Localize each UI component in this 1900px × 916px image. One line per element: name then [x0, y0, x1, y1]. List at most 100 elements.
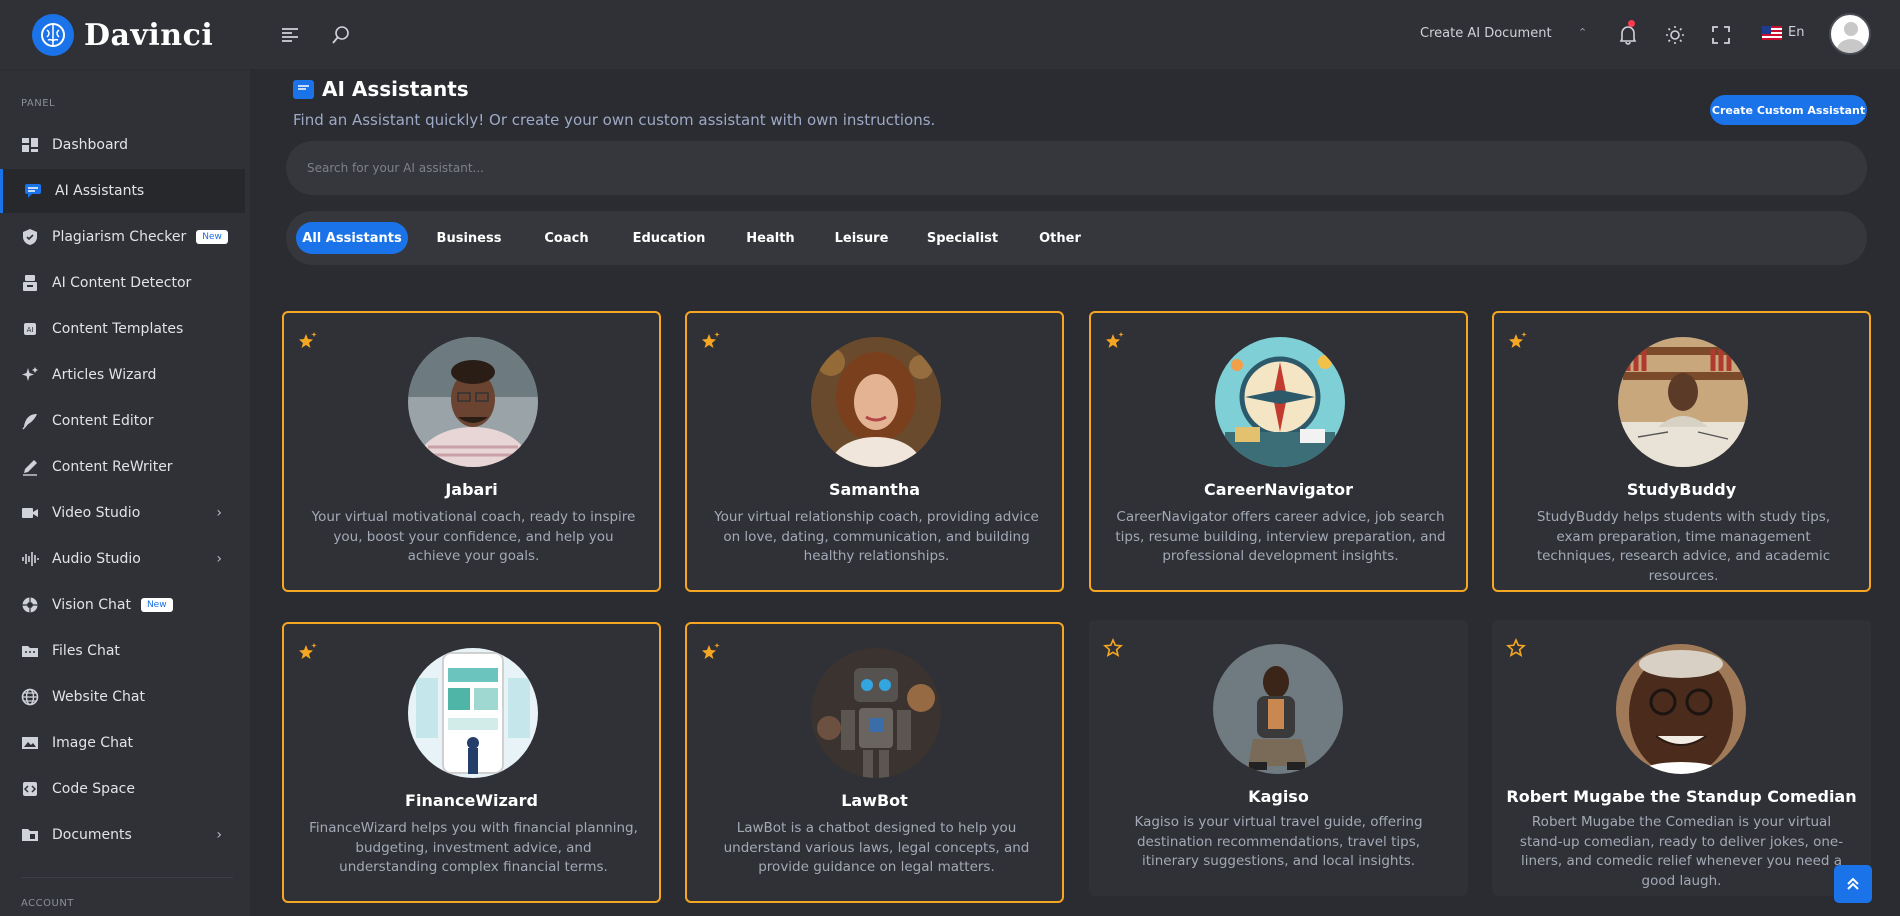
video-icon [21, 504, 39, 522]
sidebar-item-label: Files Chat [52, 643, 120, 659]
featured-star-icon[interactable] [701, 331, 721, 356]
tab-coach[interactable]: Coach [524, 222, 609, 254]
sidebar-item-ai-assistants[interactable]: AI Assistants [0, 169, 245, 213]
scroll-to-top-button[interactable] [1834, 865, 1872, 903]
sidebar-item-label: AI Assistants [55, 183, 145, 199]
sidebar-item-audio-studio[interactable]: Audio Studio › [0, 537, 245, 581]
featured-star-icon[interactable] [298, 331, 318, 356]
tab-leisure[interactable]: Leisure [813, 222, 910, 254]
sidebar-item-label: Website Chat [52, 689, 145, 705]
tab-all-assistants[interactable]: All Assistants [296, 222, 408, 254]
chevron-right-icon: › [216, 827, 222, 843]
tab-business[interactable]: Business [418, 222, 520, 254]
featured-star-icon[interactable] [1508, 331, 1528, 356]
chat-icon [293, 79, 314, 99]
user-avatar[interactable] [1829, 13, 1871, 55]
brain-logo-icon [32, 14, 74, 56]
assistant-portrait [811, 648, 941, 778]
pen-icon [21, 458, 39, 476]
page-subtitle: Find an Assistant quickly! Or create you… [293, 111, 936, 129]
featured-star-icon[interactable] [701, 642, 721, 667]
new-badge: New [196, 230, 228, 244]
tab-other[interactable]: Other [1015, 222, 1105, 254]
assistant-name: Jabari [445, 480, 498, 499]
tab-education[interactable]: Education [611, 222, 727, 254]
assistant-description: Your virtual relationship coach, providi… [714, 509, 1039, 564]
theme-toggle-icon[interactable] [1664, 24, 1686, 46]
sidebar-item-label: Video Studio [52, 505, 141, 521]
sidebar-item-files-chat[interactable]: Files Chat [0, 629, 245, 673]
fullscreen-icon[interactable] [1710, 24, 1732, 46]
sidebar-item-content-rewriter[interactable]: Content ReWriter [0, 445, 245, 489]
logo[interactable]: Davinci [32, 14, 213, 56]
notification-bell-icon[interactable] [1617, 24, 1639, 46]
assistant-name: CareerNavigator [1204, 480, 1353, 499]
top-bar: Davinci Create AI Document ⌃ En [0, 0, 1900, 70]
assistant-search-input[interactable] [307, 161, 1867, 175]
create-custom-assistant-button[interactable]: Create Custom Assistant [1710, 95, 1867, 125]
account-section-label: ACCOUNT [21, 898, 74, 909]
chevron-right-icon: › [216, 505, 222, 521]
sidebar-item-label: Dashboard [52, 137, 128, 153]
sidebar-item-documents[interactable]: Documents › [0, 813, 245, 857]
detector-icon [21, 274, 39, 292]
sidebar-item-image-chat[interactable]: Image Chat [0, 721, 245, 765]
assistant-search-bar [286, 141, 1867, 195]
dashboard-icon [21, 136, 39, 154]
assistant-portrait [811, 337, 941, 467]
code-icon [21, 780, 39, 798]
assistant-card[interactable]: LawBot LawBot is a chatbot designed to he… [685, 622, 1064, 903]
chevron-up-icon[interactable]: ⌃ [1578, 26, 1587, 39]
sidebar-item-code-space[interactable]: Code Space [0, 767, 245, 811]
assistant-portrait [1215, 337, 1345, 467]
favorite-star-outline-icon[interactable] [1103, 637, 1123, 663]
assistant-name: StudyBuddy [1626, 480, 1737, 499]
sidebar-item-label: Code Space [52, 781, 135, 797]
assistant-card[interactable]: Robert Mugabe the Standup Comedian Robert… [1492, 620, 1871, 896]
assistant-name: Samantha [828, 480, 920, 499]
assistant-name: LawBot [841, 791, 908, 810]
sidebar-item-content-editor[interactable]: Content Editor [0, 399, 245, 443]
image-icon [21, 734, 39, 752]
double-chevron-up-icon [1847, 877, 1859, 890]
sidebar-divider [21, 877, 233, 878]
assistant-name: FinanceWizard [405, 791, 538, 810]
assistant-card[interactable]: Kagiso Kagiso is your virtual travel guid… [1089, 620, 1468, 896]
assistant-card[interactable]: Samantha Your virtual relationship coach,… [685, 311, 1064, 592]
us-flag-icon [1762, 25, 1782, 40]
sidebar-item-plagiarism-checker[interactable]: Plagiarism Checker New [0, 215, 245, 259]
sidebar-item-video-studio[interactable]: Video Studio › [0, 491, 245, 535]
featured-star-icon[interactable] [1105, 331, 1125, 356]
sidebar-item-label: Vision Chat [52, 597, 131, 613]
tab-specialist[interactable]: Specialist [912, 222, 1013, 254]
ai-chip-icon: AI [21, 320, 39, 338]
shield-icon [21, 228, 39, 246]
assistant-portrait [408, 648, 538, 778]
sidebar-item-label: Documents [52, 827, 132, 843]
chevron-right-icon: › [216, 551, 222, 567]
vision-icon [21, 596, 39, 614]
sidebar-item-articles-wizard[interactable]: Articles Wizard [0, 353, 245, 397]
favorite-star-outline-icon[interactable] [1506, 637, 1526, 663]
tab-health[interactable]: Health [730, 222, 811, 254]
search-icon[interactable] [330, 24, 352, 46]
assistant-portrait [1618, 337, 1748, 467]
sidebar-item-label: AI Content Detector [52, 275, 192, 291]
sidebar-item-website-chat[interactable]: Website Chat [0, 675, 245, 719]
menu-toggle-icon[interactable] [279, 24, 301, 46]
sidebar-item-dashboard[interactable]: Dashboard [0, 123, 245, 167]
assistant-card[interactable]: Jabari Your virtual motivational coach, r… [282, 311, 661, 592]
sidebar-item-ai-content-detector[interactable]: AI Content Detector [0, 261, 245, 305]
sidebar-item-vision-chat[interactable]: Vision Chat New [0, 583, 245, 627]
language-selector[interactable]: En [1762, 25, 1804, 40]
sidebar: PANEL Dashboard AI Assistants Plagiarism C… [0, 70, 250, 916]
assistant-card[interactable]: CareerNavigator CareerNavigator offers ca… [1089, 311, 1468, 592]
create-ai-document-menu[interactable]: Create AI Document [1420, 26, 1552, 41]
sidebar-item-label: Content ReWriter [52, 459, 173, 475]
page-title-text: AI Assistants [322, 77, 469, 101]
assistant-card[interactable]: FinanceWizard FinanceWizard helps you wit… [282, 622, 661, 903]
sidebar-item-content-templates[interactable]: AI Content Templates [0, 307, 245, 351]
featured-star-icon[interactable] [298, 642, 318, 667]
assistant-card[interactable]: StudyBuddy StudyBuddy helps students with… [1492, 311, 1871, 592]
assistant-description: StudyBuddy helps students with study tip… [1536, 509, 1831, 584]
